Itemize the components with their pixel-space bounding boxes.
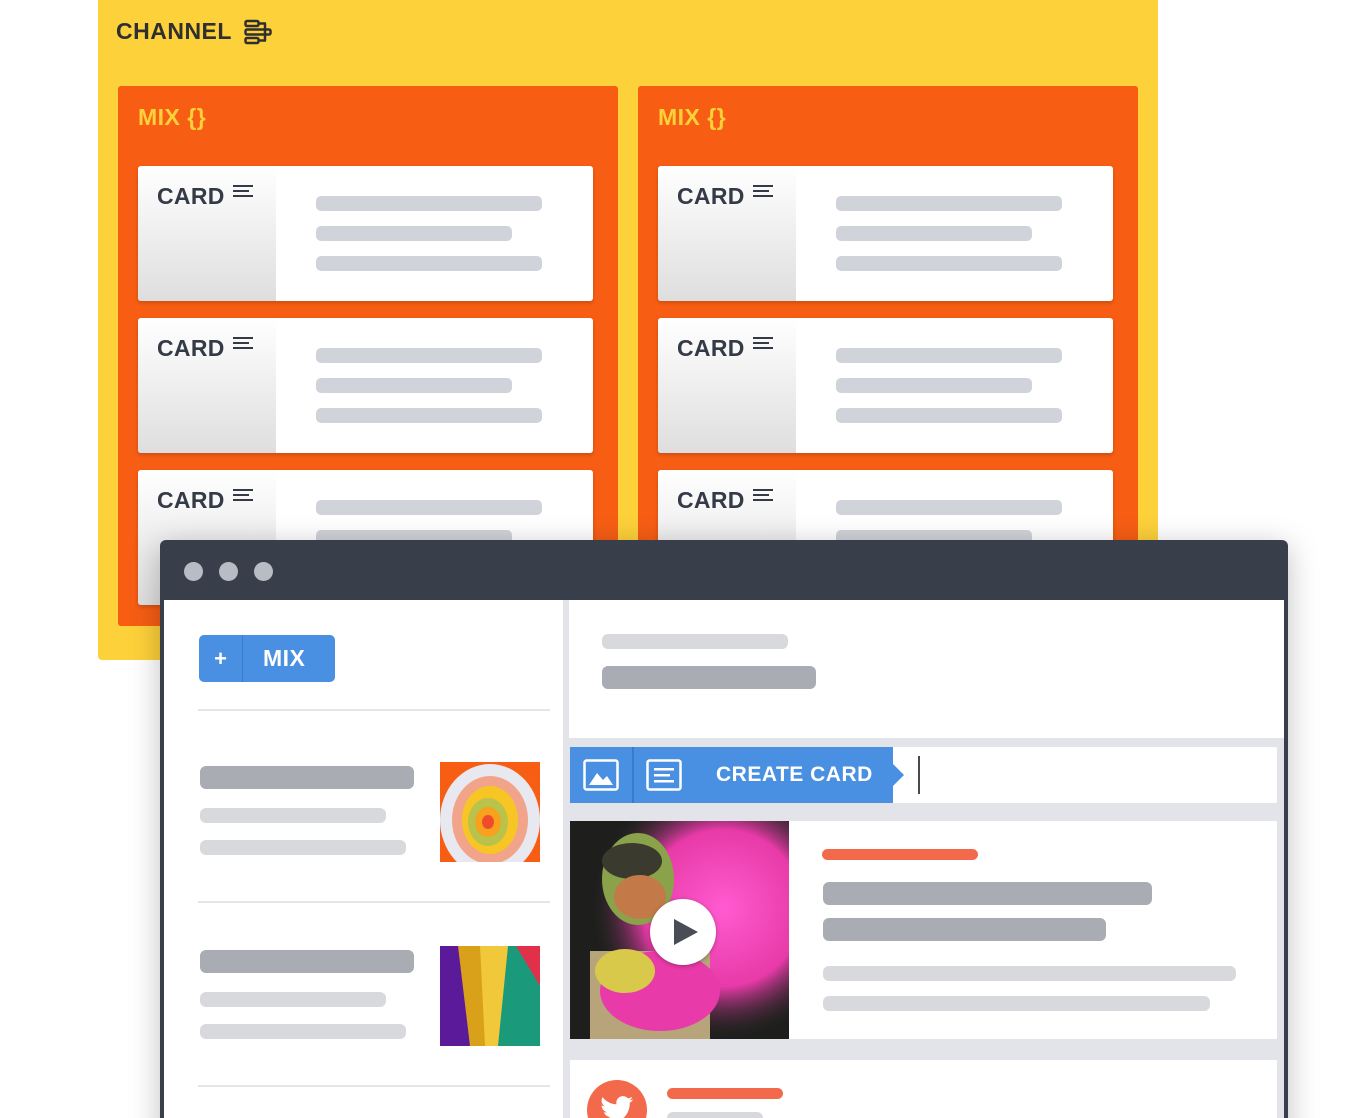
text-placeholder (667, 1112, 763, 1118)
text-placeholder (836, 348, 1062, 363)
play-button[interactable] (650, 899, 716, 965)
text-lines-icon (752, 489, 773, 501)
video-post[interactable] (570, 821, 1277, 1039)
main-header (569, 600, 1284, 738)
text-icon (646, 759, 682, 791)
add-mix-button[interactable]: + MIX (199, 635, 335, 682)
video-thumbnail[interactable] (570, 821, 789, 1039)
text-placeholder (200, 840, 406, 855)
title-placeholder (200, 950, 414, 973)
text-placeholder (316, 226, 512, 241)
card-label: CARD (677, 487, 745, 513)
text-placeholder (316, 196, 542, 211)
card[interactable]: CARD (658, 166, 1113, 301)
card-label: CARD (677, 335, 745, 361)
card-label: CARD (157, 183, 225, 209)
window-close-dot[interactable] (184, 562, 203, 581)
window-minimize-dot[interactable] (219, 562, 238, 581)
create-card-button[interactable]: CREATE CARD (695, 747, 893, 803)
thumbnail-image (440, 762, 540, 862)
card-header: CARD (677, 487, 773, 514)
card-label: CARD (677, 183, 745, 209)
text-cursor[interactable] (918, 756, 920, 794)
title-placeholder (200, 766, 414, 789)
card-header: CARD (157, 487, 253, 514)
plus-icon: + (199, 635, 243, 682)
text-lines-icon (752, 185, 773, 197)
card-header: CARD (677, 183, 773, 210)
text-placeholder (836, 196, 1062, 211)
text-lines-icon (232, 489, 253, 501)
text-placeholder (200, 1024, 406, 1039)
title-placeholder (823, 918, 1106, 941)
card[interactable]: CARD (138, 166, 593, 301)
sidebar: + MIX (164, 600, 563, 1118)
social-post[interactable] (570, 1060, 1277, 1118)
title-placeholder (823, 882, 1152, 905)
thumbnail-image (440, 946, 540, 1046)
text-placeholder (836, 408, 1062, 423)
text-placeholder (823, 966, 1236, 981)
text-placeholder (316, 256, 542, 271)
text-placeholder (602, 634, 788, 649)
card-header: CARD (157, 335, 253, 362)
text-placeholder (836, 378, 1032, 393)
channel-header: CHANNEL (116, 18, 272, 45)
divider (198, 709, 550, 711)
title-placeholder (602, 666, 816, 689)
card-header: CARD (157, 183, 253, 210)
app-window: + MIX CREATE CARD (160, 540, 1288, 1118)
channel-title: CHANNEL (116, 18, 232, 44)
category-placeholder (667, 1088, 783, 1099)
text-placeholder (200, 992, 386, 1007)
text-placeholder (316, 378, 512, 393)
text-placeholder (316, 348, 542, 363)
image-icon (583, 759, 619, 791)
text-placeholder (836, 256, 1062, 271)
text-placeholder (836, 500, 1062, 515)
card-header: CARD (677, 335, 773, 362)
add-image-button[interactable] (570, 747, 632, 803)
text-placeholder (836, 226, 1032, 241)
text-lines-icon (752, 337, 773, 349)
text-lines-icon (232, 337, 253, 349)
hierarchy-icon (244, 19, 272, 44)
card-label: CARD (157, 335, 225, 361)
window-maximize-dot[interactable] (254, 562, 273, 581)
text-placeholder (316, 500, 542, 515)
text-placeholder (823, 996, 1210, 1011)
add-text-button[interactable] (633, 747, 695, 803)
mix-title: MIX {} (658, 104, 727, 130)
card-label: CARD (157, 487, 225, 513)
text-placeholder (316, 408, 542, 423)
card[interactable]: CARD (138, 318, 593, 453)
arrow-right-icon (893, 764, 904, 786)
divider (198, 901, 550, 903)
window-body: + MIX CREATE CARD (164, 600, 1284, 1118)
card[interactable]: CARD (658, 318, 1113, 453)
twitter-icon (587, 1080, 647, 1118)
category-placeholder (822, 849, 978, 860)
mix-title: MIX {} (138, 104, 207, 130)
play-icon (674, 919, 698, 945)
text-lines-icon (232, 185, 253, 197)
main-panel: CREATE CARD (569, 600, 1284, 1118)
create-card-bar: CREATE CARD (570, 747, 1277, 803)
divider (198, 1085, 550, 1087)
text-placeholder (200, 808, 386, 823)
add-mix-label: MIX (263, 645, 306, 671)
